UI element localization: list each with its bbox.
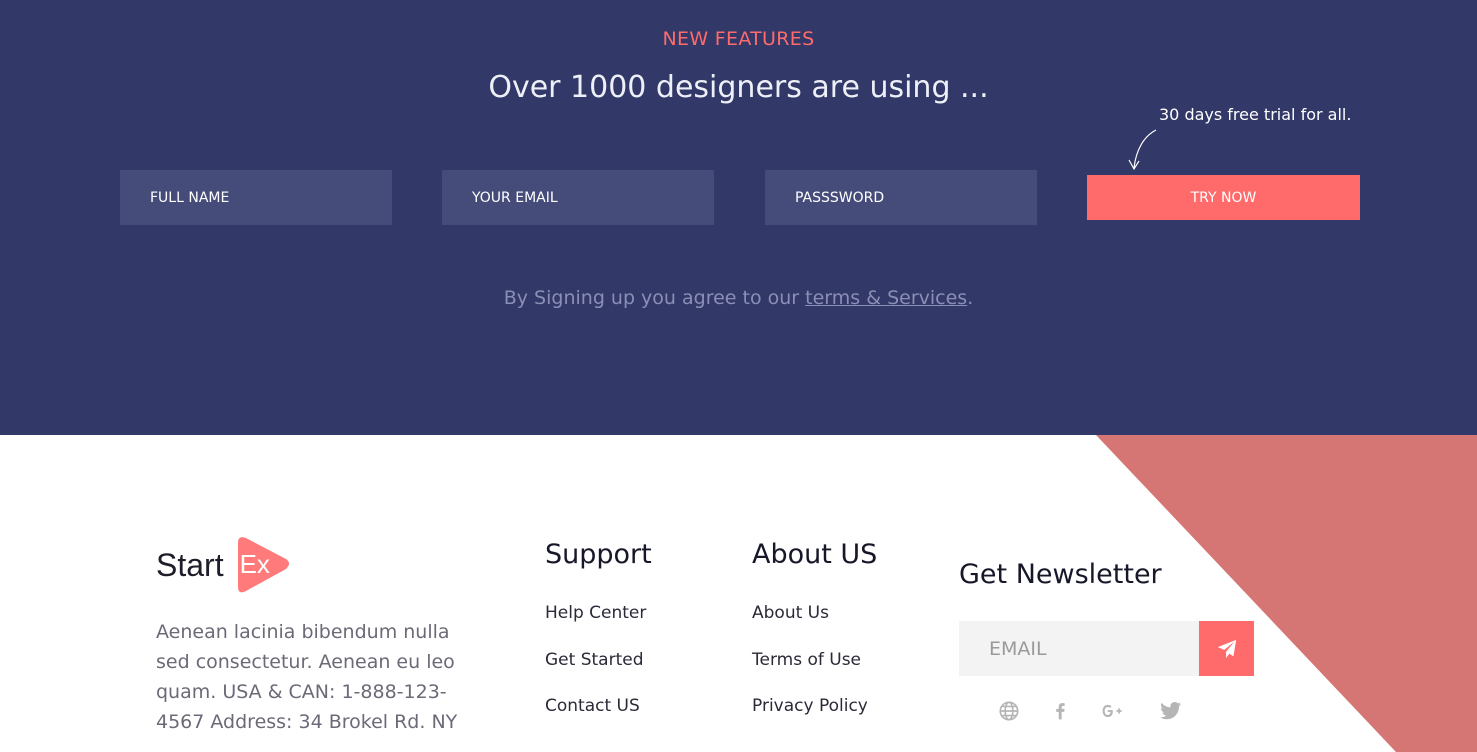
facebook-icon[interactable]	[1047, 698, 1073, 724]
footer: Start Ex Aenean lacinia bibendum nulla s…	[0, 435, 1477, 752]
play-badge-icon: Ex	[236, 535, 292, 595]
section-headline: Over 1000 designers are using ...	[488, 70, 989, 105]
newsletter-submit-button[interactable]	[1199, 621, 1254, 676]
terms-link[interactable]: terms & Services	[805, 287, 967, 309]
twitter-icon[interactable]	[1158, 698, 1184, 724]
google-plus-icon[interactable]	[1100, 698, 1126, 724]
curved-arrow-icon	[1128, 129, 1157, 171]
brand-logo[interactable]: Start Ex	[156, 535, 292, 595]
trial-note: 30 days free trial for all.	[1159, 105, 1352, 124]
terms-agreement-prefix: By Signing up you agree to our	[503, 287, 806, 309]
brand-badge-text: Ex	[239, 549, 270, 579]
privacy-policy-link[interactable]: Privacy Policy	[752, 696, 868, 716]
signup-section: NEW FEATURES Over 1000 designers are usi…	[0, 0, 1477, 435]
password-input[interactable]	[765, 170, 1037, 225]
support-heading: Support	[545, 539, 652, 570]
globe-icon[interactable]	[996, 698, 1022, 724]
section-kicker: NEW FEATURES	[662, 28, 815, 50]
about-us-link[interactable]: About Us	[752, 603, 829, 623]
try-now-button[interactable]: TRY NOW	[1087, 175, 1360, 220]
paper-plane-icon	[1217, 639, 1236, 658]
company-description: Aenean lacinia bibendum nulla sed consec…	[156, 621, 458, 733]
get-started-link[interactable]: Get Started	[545, 650, 643, 670]
about-heading: About US	[752, 539, 878, 570]
newsletter-email-input[interactable]	[959, 621, 1199, 676]
full-name-input[interactable]	[120, 170, 392, 225]
terms-agreement: By Signing up you agree to our terms & S…	[0, 287, 1477, 309]
terms-agreement-suffix: .	[967, 287, 974, 309]
brand-wordmark: Start	[156, 546, 224, 583]
email-input[interactable]	[442, 170, 714, 225]
help-center-link[interactable]: Help Center	[545, 603, 646, 623]
contact-us-link[interactable]: Contact US	[545, 696, 640, 716]
terms-of-use-link[interactable]: Terms of Use	[752, 650, 861, 670]
newsletter-heading: Get Newsletter	[959, 559, 1162, 590]
